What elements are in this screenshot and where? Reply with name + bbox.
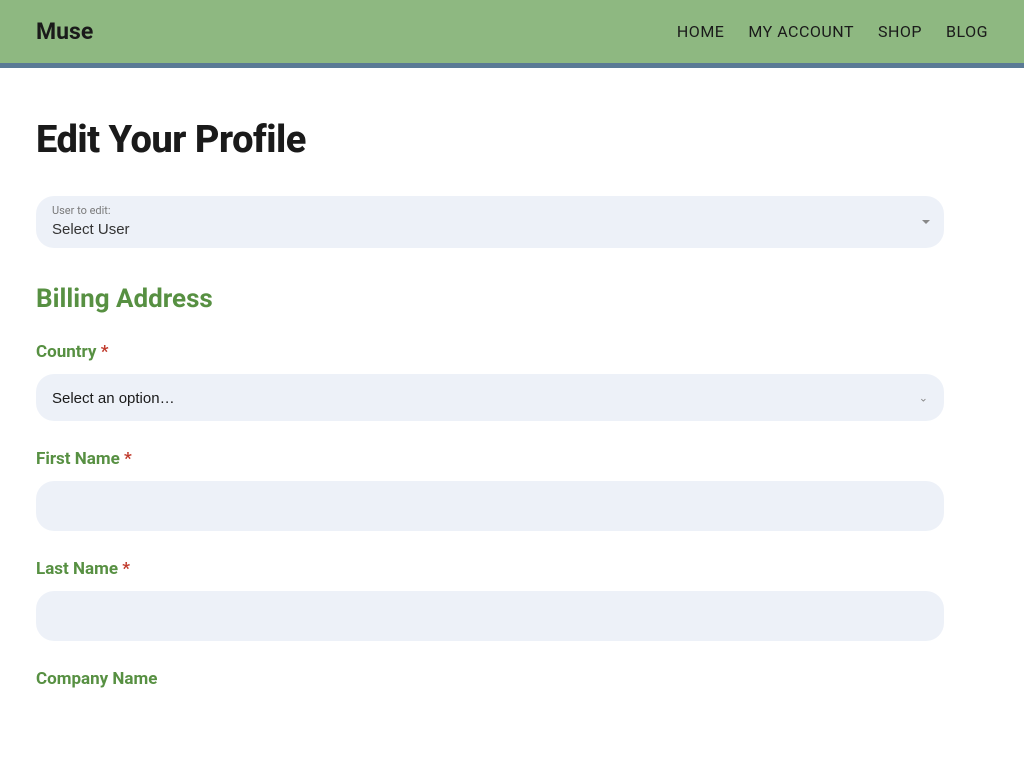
nav-blog[interactable]: BLOG xyxy=(946,22,988,41)
first-name-label-text: First Name xyxy=(36,449,120,469)
site-header: Muse HOME MY ACCOUNT SHOP BLOG xyxy=(0,0,1024,68)
country-label-text: Country xyxy=(36,342,96,362)
company-name-field-group: Company Name xyxy=(36,669,944,701)
user-select[interactable]: Select User xyxy=(50,221,930,238)
required-indicator: * xyxy=(122,559,130,579)
nav-shop[interactable]: SHOP xyxy=(878,22,922,41)
country-field-group: Country * Select an option… ⌄ xyxy=(36,342,944,421)
brand-logo[interactable]: Muse xyxy=(36,18,93,45)
user-select-label: User to edit: xyxy=(50,204,930,217)
main-content: Edit Your Profile User to edit: Select U… xyxy=(0,68,980,759)
country-select[interactable]: Select an option… xyxy=(52,390,928,407)
last-name-field-group: Last Name * xyxy=(36,559,944,641)
last-name-label-text: Last Name xyxy=(36,559,118,579)
first-name-input[interactable] xyxy=(36,481,944,531)
page-title: Edit Your Profile xyxy=(36,118,944,162)
company-name-label-text: Company Name xyxy=(36,669,157,689)
required-indicator: * xyxy=(101,342,109,362)
last-name-label: Last Name * xyxy=(36,559,130,579)
first-name-field-group: First Name * xyxy=(36,449,944,531)
last-name-input[interactable] xyxy=(36,591,944,641)
billing-section-title: Billing Address xyxy=(36,284,944,314)
nav-my-account[interactable]: MY ACCOUNT xyxy=(748,22,854,41)
country-select-container[interactable]: Select an option… ⌄ xyxy=(36,374,944,421)
main-nav: HOME MY ACCOUNT SHOP BLOG xyxy=(677,22,988,41)
required-indicator: * xyxy=(124,449,132,469)
nav-home[interactable]: HOME xyxy=(677,22,724,41)
user-select-container[interactable]: User to edit: Select User xyxy=(36,196,944,248)
first-name-label: First Name * xyxy=(36,449,132,469)
country-label: Country * xyxy=(36,342,108,362)
company-name-label: Company Name xyxy=(36,669,157,689)
